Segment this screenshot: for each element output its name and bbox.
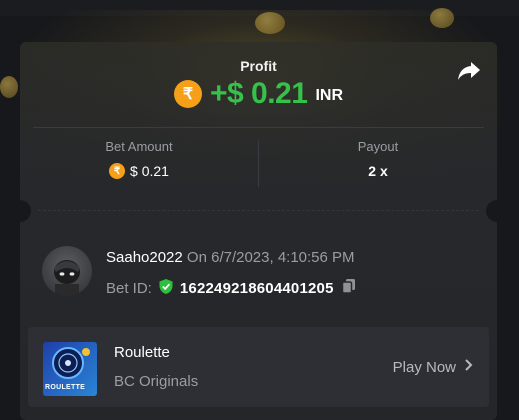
decorative-coin	[430, 8, 454, 28]
divider	[33, 127, 484, 128]
shield-check-icon	[158, 278, 174, 299]
game-provider: BC Originals	[114, 373, 199, 390]
roulette-thumbnail-label: ROULETTE	[45, 384, 86, 391]
payout-label: Payout	[357, 139, 399, 154]
ticket-divider	[38, 210, 479, 211]
profit-label: Profit	[240, 58, 277, 74]
share-icon[interactable]	[457, 60, 481, 82]
rupee-coin-icon: ₹	[174, 80, 202, 108]
bet-detail-card: Profit ₹ +$ 0.21 INR Bet Amount ₹ $ 0.21…	[9, 42, 508, 420]
roulette-thumbnail[interactable]: ROULETTE	[43, 342, 97, 396]
bet-amount-value: $ 0.21	[130, 163, 169, 179]
user-info: Saaho2022 On 6/7/2023, 4:10:56 PM	[106, 249, 355, 266]
avatar[interactable]	[42, 246, 92, 296]
bet-timestamp: On 6/7/2023, 4:10:56 PM	[186, 249, 355, 266]
copy-icon[interactable]	[340, 277, 358, 299]
payout-value: 2 x	[368, 163, 388, 179]
decorative-coin	[0, 76, 18, 98]
ticket-notch-right	[486, 200, 508, 222]
bet-amount-value-row: ₹ $ 0.21	[20, 163, 258, 179]
bet-id-value: 162249218604401205	[179, 279, 334, 297]
profit-currency: INR	[315, 87, 343, 104]
bet-id-row: Bet ID: 162249218604401205	[106, 277, 358, 299]
profit-value: +$ 0.21	[210, 77, 308, 110]
chevron-right-icon	[464, 358, 473, 376]
bet-amount-section: Bet Amount ₹ $ 0.21	[20, 139, 258, 179]
payout-section: Payout 2 x	[259, 139, 497, 179]
bet-id-label: Bet ID:	[106, 279, 152, 297]
rupee-coin-icon: ₹	[109, 163, 126, 179]
decorative-coin	[255, 12, 285, 34]
game-name: Roulette	[114, 344, 170, 361]
game-row[interactable]: ROULETTE Roulette BC Originals Play Now	[28, 327, 489, 407]
profit-row: ₹ +$ 0.21 INR	[20, 77, 497, 111]
username[interactable]: Saaho2022	[106, 249, 183, 266]
play-now-button[interactable]: Play Now	[393, 358, 473, 376]
ticket-notch-left	[9, 200, 31, 222]
bet-amount-label: Bet Amount	[105, 139, 173, 154]
play-now-label: Play Now	[392, 358, 456, 376]
